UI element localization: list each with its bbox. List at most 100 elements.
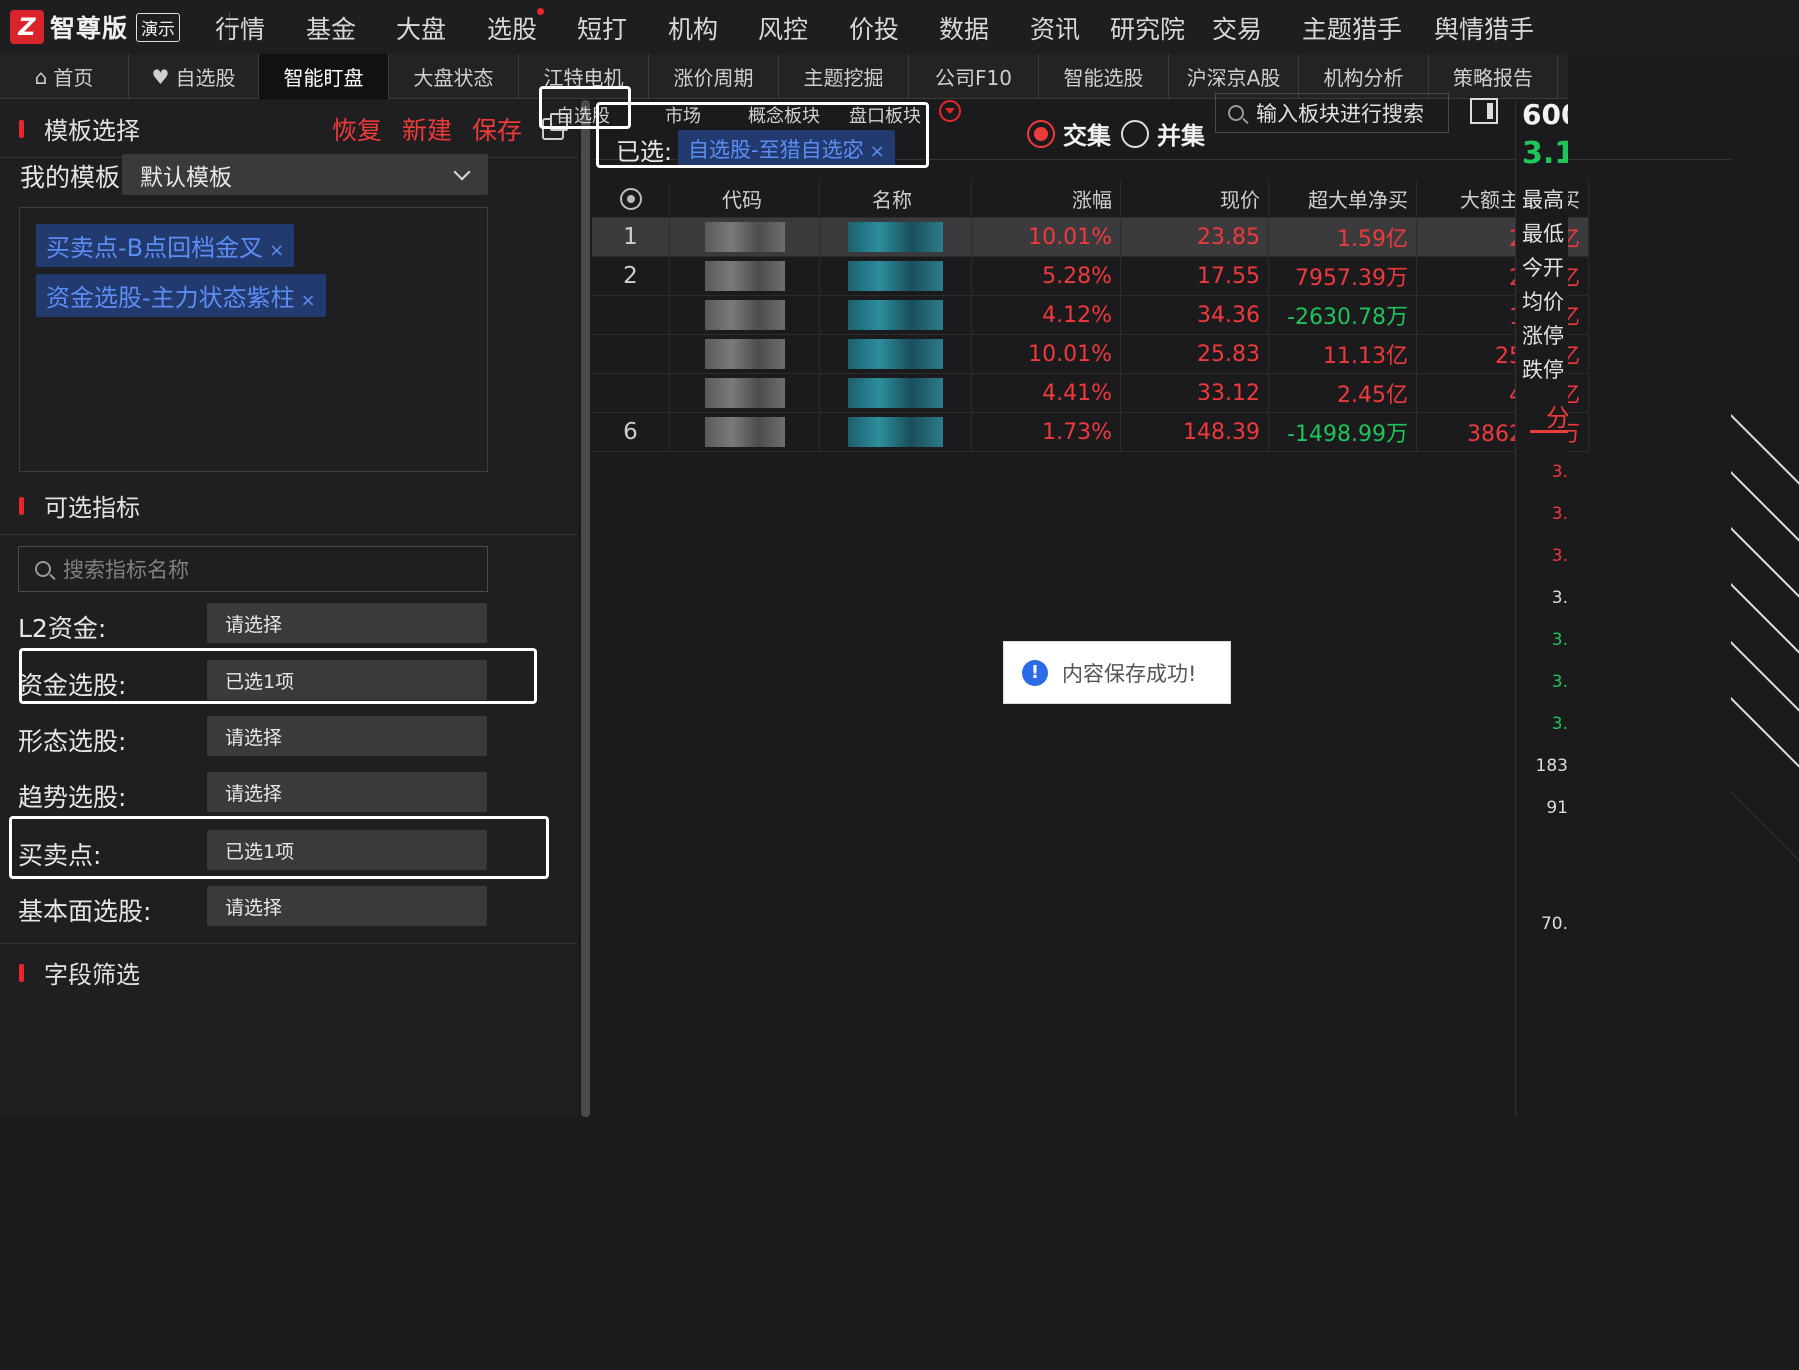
template-section-title: 模板选择 [44,117,140,145]
row-index: 1 [592,218,670,256]
topnav-item[interactable]: 行情 [215,10,265,46]
topnav-item[interactable]: 短打 [577,10,627,46]
header-cell[interactable]: 现价 [1121,180,1269,217]
table-row[interactable]: 4.12%34.36-2630.78万1.22亿 [592,296,1589,335]
board-search-placeholder: 输入板块进行搜索 [1256,102,1424,126]
topnav-item[interactable]: 舆情猎手 [1434,10,1534,46]
tab-label: 沪深京A股 [1186,66,1281,90]
row-index: 2 [592,257,670,295]
indicator-section-title: 可选指标 [44,494,140,522]
template-chip[interactable]: 资金选股-主力状态紫柱 × [36,274,326,317]
scrollbar-thumb[interactable] [581,100,590,1117]
tab-label: 主题挖掘 [803,66,884,90]
header-cell[interactable]: 名称 [820,180,972,217]
price-cell: 148.39 [1121,413,1269,451]
section-marker [19,119,24,138]
change-cell: 5.28% [972,257,1121,295]
change-cell: 10.01% [972,218,1121,256]
topnav-item[interactable]: 研究院 [1110,10,1185,46]
topnav-item[interactable]: 风控 [758,10,808,46]
topnav-item[interactable]: 大盘 [396,10,446,46]
topnav-item[interactable]: 资讯 [1030,10,1080,46]
indicator-label: 买卖点: [18,841,102,870]
tab-item[interactable]: 公司F10 [909,54,1039,99]
tab-item[interactable]: 涨价周期 [649,54,779,99]
template-select[interactable]: 默认模板 [122,154,488,195]
header-cell[interactable]: 超大单净买 [1269,180,1417,217]
my-template-label: 我的模板: [20,163,129,192]
new-button[interactable]: 新建 [402,111,452,147]
minute-tab[interactable]: 分 [1546,398,1568,433]
topnav-item[interactable]: 价投 [849,10,899,46]
price-cell: 33.12 [1121,374,1269,412]
topnav-item[interactable]: 机构 [668,10,718,46]
price-cell: 17.55 [1121,257,1269,295]
tab-item[interactable]: 智能盯盘 [259,54,389,99]
redacted-mosaic [848,222,943,252]
indicator-select[interactable]: 已选1项 [207,376,1799,1144]
indicator-select[interactable]: 请选择 [207,602,1799,1370]
indicator-select-value: 请选择 [225,896,283,919]
tab-item[interactable]: ♥ 自选股 [129,54,259,99]
quote-value: 3. [1551,714,1568,734]
topnav-item[interactable]: 选股 [487,10,537,46]
super-net-buy-cell: -1498.99万 [1269,413,1417,451]
selected-label: 已选: [616,138,673,166]
filter-tab[interactable]: 盘口板块 [849,102,921,128]
filter-tab[interactable]: 概念板块 [748,102,820,128]
table-row[interactable]: 10.01%25.8311.13亿25.98亿 [592,335,1589,374]
tab-item[interactable]: 大盘状态 [389,54,519,99]
tab-item[interactable]: 江特电机 [519,54,649,99]
name-cell-redacted [820,335,972,373]
header-cell[interactable]: 代码 [670,180,820,217]
tab-label: 自选股 [175,66,236,90]
restore-button[interactable]: 恢复 [332,111,382,147]
template-chip[interactable]: 买卖点-B点回档金叉 × [36,224,295,267]
header-cell[interactable] [592,180,670,217]
toast-notification: ! 内容保存成功! [1003,641,1231,704]
close-icon[interactable]: × [269,240,284,261]
table-row[interactable]: 110.01%23.851.59亿2.72亿 [592,218,1589,257]
table-row[interactable]: 61.73%148.39-1498.99万3862.40万 [592,413,1589,452]
tab-item[interactable]: 主题挖掘 [779,54,909,99]
quote-field-label: 今开 [1522,256,1564,280]
union-radio[interactable]: 并集 [1121,116,1205,151]
redacted-mosaic [848,378,943,408]
filter-tab[interactable]: 自选股 [556,102,610,128]
dropdown-arrow-icon[interactable] [939,100,961,122]
tab-label: 江特电机 [543,66,624,90]
indicator-search-input[interactable]: 搜索指标名称 [18,546,488,592]
topnav-item[interactable]: 交易 [1212,10,1262,46]
panel-toggle-icon[interactable] [1470,98,1498,124]
save-button[interactable]: 保存 [472,111,522,147]
home-icon: ⌂ [34,64,48,89]
selected-chip[interactable]: 自选股-至猎自选宓 × [678,130,895,168]
board-search-input[interactable]: 输入板块进行搜索 [1215,93,1449,133]
intersect-radio[interactable]: 交集 [1027,116,1111,151]
table-row[interactable]: 4.41%33.122.45亿4.96亿 [592,374,1589,413]
name-cell-redacted [820,296,972,334]
indicator-select[interactable]: 已选1项 [207,546,1799,1314]
tab-item[interactable]: 智能选股 [1039,54,1169,99]
redacted-mosaic [704,261,785,291]
column-settings-icon[interactable] [619,187,642,210]
quote-field-label: 跌停 [1522,358,1564,382]
indicator-select[interactable]: 请选择 [207,319,1799,1087]
close-icon[interactable]: × [870,141,885,162]
topnav-item[interactable]: 主题猎手 [1302,10,1402,46]
tab-item[interactable]: ⌂ 首页 [0,54,129,99]
name-cell-redacted [820,218,972,256]
filter-tab[interactable]: 市场 [665,102,701,128]
quote-price: 3.1 [1522,136,1568,171]
left-scrollbar[interactable] [578,100,593,1117]
indicator-select[interactable]: 请选择 [207,488,1799,1256]
header-cell[interactable]: 涨幅 [972,180,1121,217]
topnav-item[interactable]: 数据 [939,10,989,46]
topnav-item[interactable]: 基金 [306,10,356,46]
table-header: 代码名称涨幅现价超大单净买大额主动净买 [592,180,1589,218]
table-row[interactable]: 25.28%17.557957.39万2.37亿 [592,257,1589,296]
indicator-select[interactable]: 请选择 [207,432,1799,1200]
row-index [592,335,670,373]
close-icon[interactable]: × [301,290,316,311]
indicator-label: L2资金: [18,614,107,643]
